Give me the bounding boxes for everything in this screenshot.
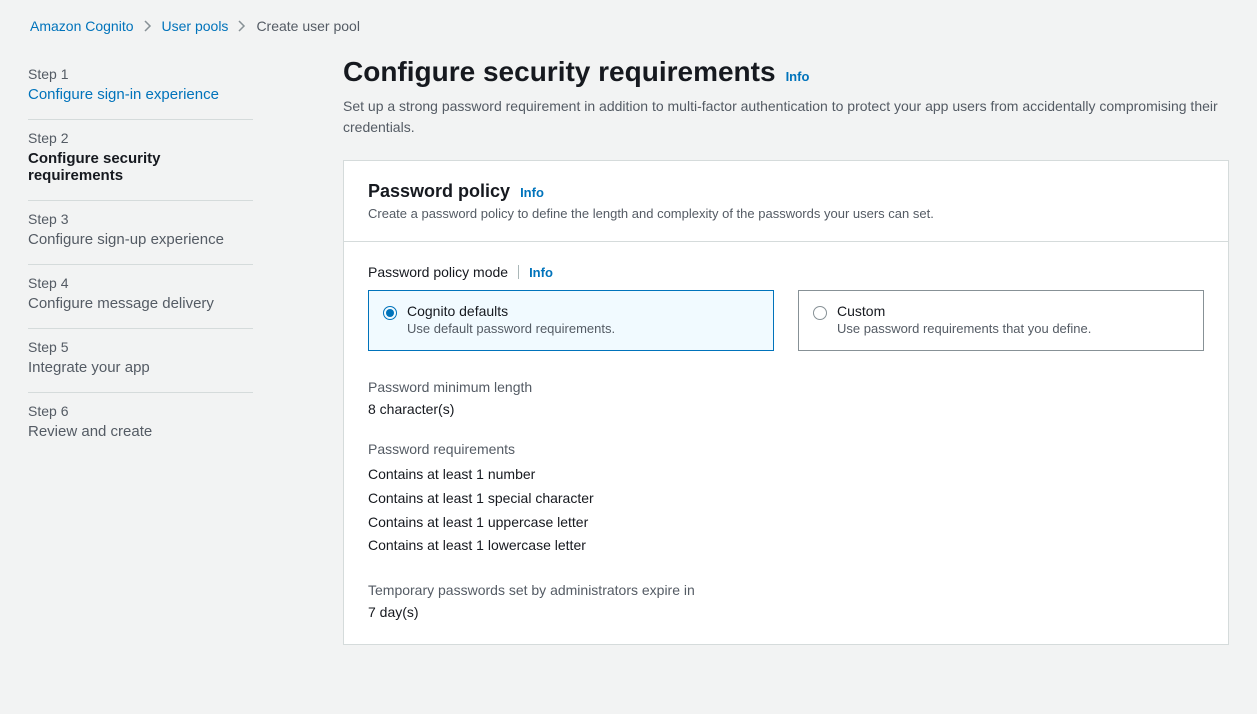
breadcrumb-link-user-pools[interactable]: User pools [162,18,229,34]
info-link[interactable]: Info [786,69,810,84]
step-number: Step 3 [28,211,253,227]
step-title: Configure security requirements [28,150,253,184]
policy-mode-option-cognito-defaults[interactable]: Cognito defaults Use default password re… [368,290,774,351]
wizard-step-2: Step 2 Configure security requirements [28,120,253,201]
requirement-item: Contains at least 1 uppercase letter [368,511,1204,535]
min-length-label: Password minimum length [368,379,1204,395]
requirements-list: Contains at least 1 number Contains at l… [368,463,1204,558]
step-number: Step 5 [28,339,253,355]
wizard-step-1[interactable]: Step 1 Configure sign-in experience [28,56,253,120]
temp-password-value: 7 day(s) [368,604,1204,620]
wizard-step-4: Step 4 Configure message delivery [28,265,253,329]
panel-title: Password policy [368,181,510,202]
password-policy-panel: Password policy Info Create a password p… [343,160,1229,645]
chevron-right-icon [238,20,246,32]
wizard-step-5: Step 5 Integrate your app [28,329,253,393]
step-number: Step 6 [28,403,253,419]
breadcrumb: Amazon Cognito User pools Create user po… [28,18,1229,34]
panel-description: Create a password policy to define the l… [368,206,1204,221]
requirements-label: Password requirements [368,441,1204,457]
radio-description: Use password requirements that you defin… [837,321,1091,336]
radio-icon [383,306,397,320]
step-title: Integrate your app [28,359,253,376]
wizard-step-6: Step 6 Review and create [28,393,253,456]
policy-mode-label: Password policy mode [368,264,508,280]
step-number: Step 1 [28,66,253,82]
policy-mode-option-custom[interactable]: Custom Use password requirements that yo… [798,290,1204,351]
page-title: Configure security requirements [343,56,776,88]
wizard-steps: Step 1 Configure sign-in experience Step… [28,56,253,645]
requirement-item: Contains at least 1 lowercase letter [368,534,1204,558]
info-link[interactable]: Info [529,265,553,280]
info-link[interactable]: Info [520,185,544,200]
radio-description: Use default password requirements. [407,321,615,336]
radio-title: Cognito defaults [407,303,615,319]
requirement-item[interactable]: Contains at least 1 special character [368,490,594,506]
radio-title: Custom [837,303,1091,319]
step-number: Step 4 [28,275,253,291]
breadcrumb-link-cognito[interactable]: Amazon Cognito [30,18,134,34]
step-number: Step 2 [28,130,253,146]
policy-mode-tiles: Cognito defaults Use default password re… [368,290,1204,351]
wizard-step-3: Step 3 Configure sign-up experience [28,201,253,265]
step-title: Review and create [28,423,253,440]
breadcrumb-current: Create user pool [256,18,360,34]
temp-password-label: Temporary passwords set by administrator… [368,582,1204,598]
step-title[interactable]: Configure sign-in experience [28,86,253,103]
chevron-right-icon [144,20,152,32]
divider [518,265,519,279]
radio-icon [813,306,827,320]
step-title: Configure sign-up experience [28,231,253,248]
main-content: Configure security requirements Info Set… [343,56,1229,645]
min-length-value: 8 character(s) [368,401,1204,417]
page-subtitle: Set up a strong password requirement in … [343,96,1229,138]
step-title: Configure message delivery [28,295,253,312]
requirement-item: Contains at least 1 number [368,463,1204,487]
